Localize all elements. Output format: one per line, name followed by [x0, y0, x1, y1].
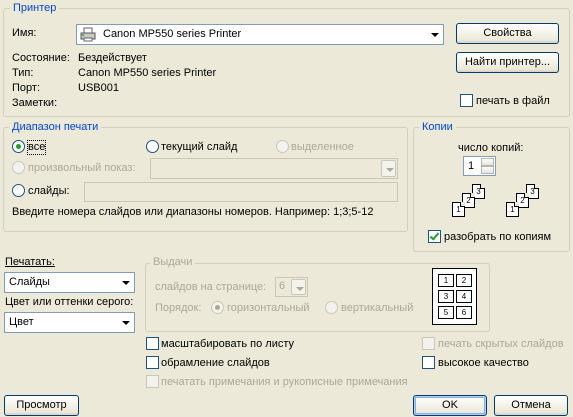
- printer-port-label: Порт:: [12, 82, 40, 94]
- chevron-down-icon[interactable]: [118, 274, 133, 291]
- find-printer-button[interactable]: Найти принтер...: [456, 52, 559, 73]
- handout-slot-1: 1: [438, 274, 454, 287]
- preview-button[interactable]: Просмотр: [4, 395, 79, 416]
- high-quality-checkbox[interactable]: [422, 356, 435, 369]
- copies-count-value[interactable]: 1: [468, 160, 474, 172]
- print-what-label: Печатать:: [5, 256, 55, 268]
- printer-name-value: Canon MP550 series Printer: [103, 28, 242, 40]
- color-select[interactable]: Цвет: [4, 312, 135, 333]
- per-page-value: 6: [279, 280, 286, 292]
- per-page-select[interactable]: 6: [275, 277, 308, 297]
- collate-illustration: 3 2 1 3 2 1: [446, 184, 550, 224]
- order-horizontal-radio[interactable]: [211, 301, 224, 314]
- range-all-label[interactable]: все: [26, 140, 47, 155]
- range-selection-label[interactable]: выделенное: [291, 141, 354, 154]
- cancel-button[interactable]: Отмена: [494, 395, 568, 416]
- frame-slides-checkbox[interactable]: [146, 356, 159, 369]
- range-hint: Введите номера слайдов или диапазоны ном…: [12, 206, 374, 218]
- collate-checkbox[interactable]: [428, 230, 441, 243]
- handout-slot-5: 5: [438, 306, 454, 319]
- printer-type-value: Canon MP550 series Printer: [78, 67, 217, 79]
- hidden-slides-checkbox[interactable]: [422, 337, 435, 350]
- print-comments-checkbox[interactable]: [146, 375, 159, 388]
- order-horizontal-label[interactable]: горизонтальный: [227, 302, 310, 315]
- spin-up-icon[interactable]: [481, 158, 494, 166]
- order-vertical-label[interactable]: вертикальный: [341, 302, 413, 315]
- printer-group-legend: Принтер: [10, 2, 60, 15]
- collate-page-b1: 1: [506, 202, 519, 217]
- printer-type-label: Тип:: [12, 67, 34, 79]
- print-comments-label[interactable]: печатать примечания и рукописные примеча…: [161, 376, 408, 389]
- color-value: Цвет: [9, 316, 34, 328]
- ok-button[interactable]: OK: [413, 395, 487, 416]
- hidden-slides-label[interactable]: печать скрытых слайдов: [438, 338, 564, 351]
- scale-to-fit-label[interactable]: масштабировать по листу: [161, 338, 294, 351]
- printer-icon: [80, 27, 96, 42]
- print-range-legend: Диапазон печати: [9, 121, 102, 134]
- print-to-file-checkbox[interactable]: [460, 94, 473, 107]
- print-to-file-label[interactable]: печать в файл: [476, 95, 550, 108]
- copies-count-spinner[interactable]: 1: [463, 156, 496, 176]
- handout-slot-6: 6: [456, 306, 472, 319]
- order-label: Порядок:: [155, 302, 202, 314]
- range-all-radio[interactable]: [12, 140, 25, 153]
- handout-slot-3: 3: [438, 290, 454, 303]
- handouts-legend: Выдачи: [150, 256, 196, 269]
- per-page-label: слайдов на странице:: [155, 281, 267, 293]
- handout-slot-4: 4: [456, 290, 472, 303]
- order-vertical-radio[interactable]: [325, 301, 338, 314]
- copies-legend: Копии: [419, 121, 456, 134]
- chevron-down-icon[interactable]: [381, 160, 396, 177]
- color-label: Цвет или оттенки серого:: [5, 296, 134, 308]
- printer-state-label: Состояние:: [12, 52, 70, 64]
- printer-notes-label: Заметки:: [12, 97, 58, 109]
- collate-label[interactable]: разобрать по копиям: [444, 231, 551, 244]
- chevron-down-icon[interactable]: [291, 279, 306, 295]
- print-what-select[interactable]: Слайды: [4, 272, 135, 293]
- range-current-slide-label[interactable]: текущий слайд: [161, 141, 237, 154]
- range-custom-show-label[interactable]: произвольный показ:: [28, 162, 136, 175]
- range-custom-show-radio[interactable]: [12, 161, 25, 174]
- printer-port-value: USB001: [78, 82, 119, 94]
- copies-count-label: число копий:: [458, 142, 524, 154]
- collate-page-a1: 1: [452, 202, 465, 217]
- range-slides-radio[interactable]: [12, 184, 25, 197]
- properties-button[interactable]: Свойства: [456, 23, 559, 44]
- printer-name-label: Имя:: [12, 27, 37, 39]
- range-slides-label[interactable]: слайды:: [28, 185, 70, 198]
- handout-preview: 1 2 3 4 5 6: [432, 268, 477, 325]
- print-what-value: Слайды: [9, 276, 50, 288]
- high-quality-label[interactable]: высокое качество: [438, 357, 529, 370]
- printer-state-value: Бездействует: [78, 52, 147, 64]
- chevron-down-icon[interactable]: [118, 314, 133, 331]
- printer-name-select[interactable]: Canon MP550 series Printer: [76, 24, 444, 45]
- scale-to-fit-checkbox[interactable]: [146, 337, 159, 350]
- slides-input[interactable]: [84, 182, 398, 202]
- spin-down-icon[interactable]: [481, 166, 494, 174]
- chevron-down-icon[interactable]: [427, 26, 442, 43]
- range-selection-radio[interactable]: [276, 140, 289, 153]
- frame-slides-label[interactable]: обрамление слайдов: [161, 357, 270, 370]
- range-current-slide-radio[interactable]: [146, 140, 159, 153]
- handout-slot-2: 2: [456, 274, 472, 287]
- custom-show-select[interactable]: [150, 158, 398, 179]
